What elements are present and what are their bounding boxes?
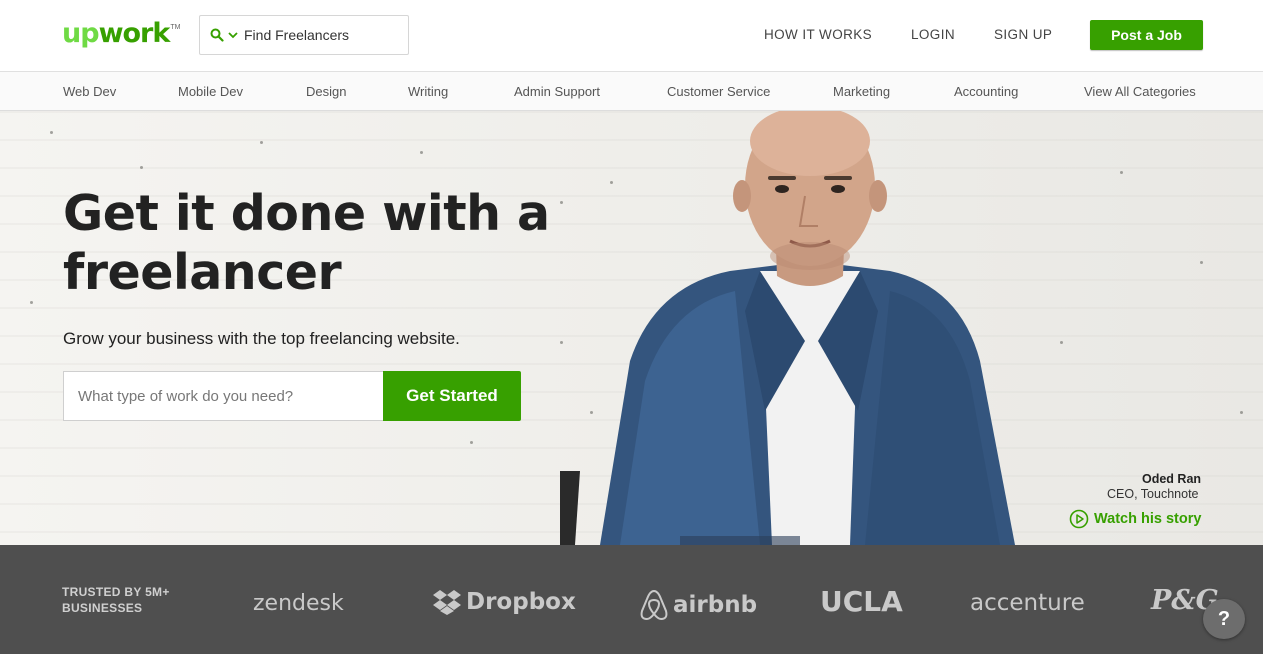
category-accounting[interactable]: Accounting [954,84,1018,99]
chevron-down-icon[interactable] [228,31,238,39]
testimonial-role: CEO, Touchnote [1107,487,1199,501]
freelancer-search-box[interactable]: Find Freelancers [199,15,409,55]
trusted-label-line-2: BUSINESSES [62,601,143,615]
wall-speck [140,166,143,169]
brand-zendesk: zendesk [253,591,344,616]
play-circle-icon [1069,509,1089,529]
hero-title-line-2: freelancer [63,244,342,301]
nav-login[interactable]: LOGIN [911,27,955,42]
logo-wordmark: upwork [62,18,170,49]
person-portrait [560,111,1015,545]
category-design[interactable]: Design [306,84,346,99]
search-icon [210,28,224,42]
trusted-label-line-1: TRUSTED BY 5M+ [62,585,170,599]
trusted-label: TRUSTED BY 5M+ BUSINESSES [62,584,182,616]
wall-speck [420,151,423,154]
nav-how-it-works[interactable]: HOW IT WORKS [764,27,872,42]
category-web-dev[interactable]: Web Dev [63,84,116,99]
watch-story-link[interactable]: Watch his story [1069,509,1201,529]
work-search-input[interactable] [63,371,383,421]
nav-sign-up[interactable]: SIGN UP [994,27,1052,42]
watch-story-label: Watch his story [1094,511,1202,527]
dropbox-logo-icon [432,589,462,615]
hero-title-line-1: Get it done with a [63,185,550,242]
category-writing[interactable]: Writing [408,84,448,99]
wall-speck [260,141,263,144]
category-customer-service[interactable]: Customer Service [667,84,770,99]
airbnb-logo-icon [640,589,668,621]
brand-airbnb: airbnb [640,589,757,621]
wall-speck [50,131,53,134]
dropbox-wordmark: Dropbox [466,589,576,615]
trusted-by-strip: TRUSTED BY 5M+ BUSINESSES zendesk Dropbo… [0,545,1263,654]
site-header: upwork TM Find Freelancers HOW IT WORKS … [0,0,1263,72]
brand-accenture: accenture [970,590,1085,616]
wall-speck [1240,411,1243,414]
category-mobile-dev[interactable]: Mobile Dev [178,84,243,99]
category-view-all[interactable]: View All Categories [1084,84,1196,99]
hero-subtitle: Grow your business with the top freelanc… [63,329,460,348]
hero-section: Get it done with a freelancer Grow your … [0,111,1263,545]
wall-speck [470,441,473,444]
search-type-label: Find Freelancers [244,27,350,43]
help-button[interactable]: ? [1203,599,1245,639]
brand-dropbox: Dropbox [432,589,576,615]
get-started-button[interactable]: Get Started [383,371,521,421]
brand-ucla: UCLA [820,585,903,618]
category-admin-support[interactable]: Admin Support [514,84,600,99]
category-marketing[interactable]: Marketing [833,84,890,99]
post-job-button[interactable]: Post a Job [1090,20,1203,50]
wall-speck [30,301,33,304]
wall-speck [1200,261,1203,264]
logo-trademark: TM [170,24,181,31]
category-bar: Web Dev Mobile Dev Design Writing Admin … [0,72,1263,111]
hero-title: Get it done with a freelancer [63,184,583,302]
wall-speck [1120,171,1123,174]
airbnb-wordmark: airbnb [673,592,758,618]
testimonial-name: Oded Ran [1142,472,1202,486]
upwork-logo[interactable]: upwork TM [62,18,180,52]
